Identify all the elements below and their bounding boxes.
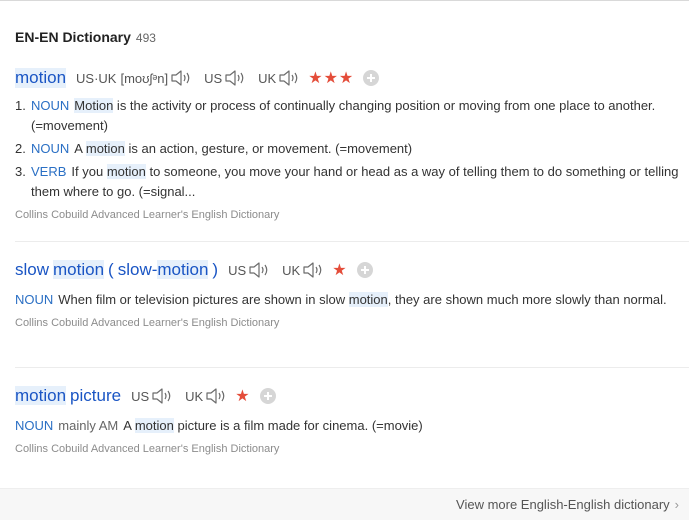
frequency-stars: ★ xyxy=(235,388,251,405)
footer-bar: View more English-English dictionary › xyxy=(0,488,689,520)
speaker-icon[interactable] xyxy=(224,68,248,88)
frequency-stars: ★ xyxy=(332,262,348,279)
sense-item: 3. VERB If you motion to someone, you mov… xyxy=(15,164,679,199)
part-of-speech: NOUN xyxy=(15,292,54,307)
sense-item: 1. NOUN Motion is the activity or process… xyxy=(15,98,656,133)
pron-label-uk: UK xyxy=(282,262,301,278)
register-label: mainly AM xyxy=(58,418,119,433)
section-header: EN-EN Dictionary 493 xyxy=(15,29,156,45)
dictionary-source: Collins Cobuild Advanced Learner's Engli… xyxy=(15,209,280,221)
pron-label-uk: UK xyxy=(258,70,277,86)
pron-label-us: US xyxy=(131,388,150,404)
dictionary-source: Collins Cobuild Advanced Learner's Engli… xyxy=(15,443,280,455)
definition-text: NOUN mainly AM A motion picture is a film … xyxy=(15,418,423,433)
highlight-term: motion xyxy=(85,141,125,156)
plus-circle-icon[interactable] xyxy=(259,388,276,404)
pron-label-us: US xyxy=(204,70,223,86)
headword-link[interactable]: motion picture xyxy=(15,386,121,406)
entry-motion-picture: motion picture US UK ★ NOUN mainly AM A mot… xyxy=(15,384,689,455)
dictionary-source: Collins Cobuild Advanced Learner's Engli… xyxy=(15,317,280,329)
speaker-icon[interactable] xyxy=(248,260,272,280)
entry-motion: motion US·UK [moʊʃᵊn] US UK ★★★ 1. NOUN M… xyxy=(15,66,689,221)
sense-list: 1. NOUN Motion is the activity or process… xyxy=(15,96,689,202)
view-more-link[interactable]: View more English-English dictionary › xyxy=(456,497,679,512)
definition-text: NOUN When film or television pictures are… xyxy=(15,292,667,307)
part-of-speech: NOUN xyxy=(31,98,70,113)
highlight-term: motion xyxy=(134,418,174,433)
section-title: EN-EN Dictionary xyxy=(15,29,131,45)
speaker-icon[interactable] xyxy=(302,260,326,280)
speaker-icon[interactable] xyxy=(170,68,194,88)
plus-circle-icon[interactable] xyxy=(356,262,373,278)
part-of-speech: NOUN xyxy=(15,418,54,433)
highlight-term: motion xyxy=(348,292,388,307)
divider xyxy=(15,241,689,242)
part-of-speech: VERB xyxy=(31,164,67,179)
chevron-right-icon: › xyxy=(674,497,679,512)
section-count: 493 xyxy=(135,31,156,45)
highlight-term: motion xyxy=(106,164,146,179)
highlight-term: Motion xyxy=(74,98,114,113)
top-border xyxy=(0,0,689,1)
speaker-icon[interactable] xyxy=(205,386,229,406)
plus-circle-icon[interactable] xyxy=(363,70,380,86)
entry-header: motion picture US UK ★ xyxy=(15,384,689,408)
part-of-speech: NOUN xyxy=(31,141,70,156)
phonetic: [moʊʃᵊn] xyxy=(120,70,169,86)
pron-label-usuk: US·UK xyxy=(76,70,117,86)
frequency-stars: ★★★ xyxy=(308,70,355,87)
pron-label-uk: UK xyxy=(185,388,204,404)
headword-link[interactable]: slow motion(slow-motion) xyxy=(15,260,218,280)
entry-header: slow motion(slow-motion) US UK ★ xyxy=(15,258,689,282)
divider xyxy=(15,367,689,368)
entry-slow-motion: slow motion(slow-motion) US UK ★ NOUN When… xyxy=(15,258,689,329)
speaker-icon[interactable] xyxy=(278,68,302,88)
pron-label-us: US xyxy=(228,262,247,278)
headword-link[interactable]: motion xyxy=(15,68,67,88)
speaker-icon[interactable] xyxy=(151,386,175,406)
entry-header: motion US·UK [moʊʃᵊn] US UK ★★★ xyxy=(15,66,689,90)
sense-item: 2. NOUN A motion is an action, gesture, o… xyxy=(15,141,413,156)
